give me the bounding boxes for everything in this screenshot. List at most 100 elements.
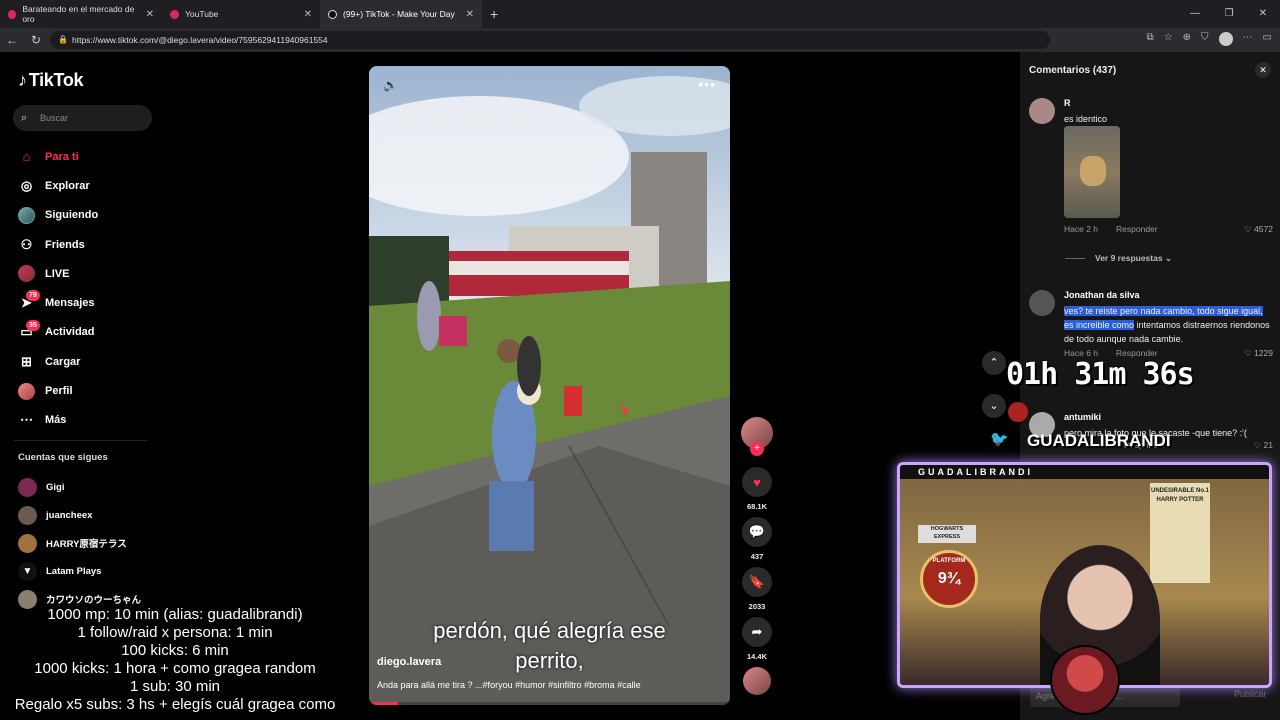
tiktok-note-icon: ♪	[18, 70, 27, 90]
comment-author[interactable]: R	[1064, 98, 1071, 108]
publish-button[interactable]: Publicar	[1234, 689, 1267, 699]
nav-item-live[interactable]: LIVE	[0, 259, 160, 288]
nav-item-explorar[interactable]: ◎ Explorar	[0, 171, 160, 200]
sidebar-toggle-icon[interactable]: ▭	[1263, 32, 1272, 46]
search-icon: ⌕	[21, 112, 28, 124]
friends-icon: ⚇	[20, 236, 33, 252]
tab-close-icon[interactable]: ✕	[466, 9, 474, 20]
webcam-label: GUADALIBRANDI	[900, 465, 1269, 479]
nav-item-perfil[interactable]: Perfil	[0, 376, 160, 405]
streamer-handle: GUADALIBRANDI	[1027, 431, 1171, 450]
avatar[interactable]	[1029, 290, 1055, 316]
reward-line: Regalo x5 subs: 3 hs + elegís cuál grage…	[14, 696, 336, 713]
tab-1[interactable]: Barateando en el mercado de oro ✕	[0, 0, 162, 28]
video-more-icon[interactable]: •••	[698, 76, 716, 92]
nav-item-mensajes[interactable]: ➤ 79 Mensajes	[0, 288, 160, 317]
nav-item-para-ti[interactable]: ⌂ Para ti	[0, 142, 160, 171]
comment-item: R es identico Hace 2 h Responder ♡ 4572	[1029, 98, 1273, 248]
compass-icon: ◎	[20, 177, 33, 193]
next-video-button[interactable]: ⌄	[982, 394, 1006, 418]
reload-icon[interactable]: ↻	[24, 33, 48, 47]
nav-label: Explorar	[45, 179, 90, 192]
previous-video-button[interactable]: ⌃	[982, 351, 1006, 375]
comment-author[interactable]: Jonathan da silva	[1064, 290, 1140, 300]
favorites-icon[interactable]: ☆	[1164, 32, 1173, 46]
close-window-icon[interactable]: ✕	[1246, 0, 1280, 28]
nav-label: Siguiendo	[45, 209, 99, 222]
comment-like-button[interactable]: ♡ 1229	[1244, 348, 1273, 359]
nav-item-siguiendo[interactable]: Siguiendo	[0, 201, 160, 230]
nav-item-actividad[interactable]: ▭ 35 Actividad	[0, 318, 160, 347]
comment-time: Hace 2 h	[1064, 224, 1099, 234]
platform-poster-number: 9¾	[937, 570, 961, 587]
nav-label: Mensajes	[45, 297, 95, 310]
nav-item-cargar[interactable]: ⊞ Cargar	[0, 347, 160, 376]
tab-favicon	[8, 9, 17, 19]
restore-icon[interactable]: ❐	[1212, 0, 1246, 28]
following-item[interactable]: Gigi	[18, 474, 141, 502]
tab-label: YouTube	[185, 9, 219, 19]
share-button[interactable]: ➦ 14.4K	[740, 617, 774, 661]
following-item[interactable]: juancheex	[18, 502, 141, 530]
comment-button[interactable]: 💬 437	[740, 517, 774, 561]
minimize-icon[interactable]: —	[1178, 0, 1212, 28]
tiktok-logo[interactable]: ♪ TikTok	[18, 70, 84, 91]
profile-avatar[interactable]	[1218, 32, 1233, 46]
new-tab-icon[interactable]: +	[482, 6, 506, 22]
undesirable-poster: UNDESIRABLE No.1 HARRY POTTER	[1150, 483, 1210, 583]
nav-item-mas[interactable]: ⋯ Más	[0, 406, 160, 435]
follow-plus-icon[interactable]: +	[750, 442, 764, 456]
tab-3[interactable]: (99+) TikTok - Make Your Day ✕	[320, 0, 482, 28]
avatar[interactable]	[1029, 98, 1055, 124]
reward-line: 1 sub: 30 min	[129, 678, 221, 695]
like-button[interactable]: ♥ 68.1K	[740, 467, 774, 511]
creator-avatar-button[interactable]: +	[740, 417, 774, 456]
back-icon[interactable]: ←	[0, 33, 24, 47]
shield-icon[interactable]: ⛉	[1201, 32, 1209, 46]
tab-2[interactable]: YouTube ✕	[162, 0, 320, 28]
comment-like-button[interactable]: ♡ 21	[1254, 440, 1273, 451]
url-field[interactable]: 🔒 https://www.tiktok.com/@diego.lavera/v…	[50, 31, 1050, 49]
comment-like-count: 21	[1263, 440, 1273, 450]
bookmark-icon: 🔖	[742, 567, 772, 597]
following-item[interactable]: HARRY原宿テラス	[18, 530, 141, 558]
menu-icon[interactable]: ⋯	[1243, 32, 1253, 46]
following-list: Gigi juancheex HARRY原宿テラス ▼ Latam Plays カ…	[18, 474, 141, 613]
messages-badge: 79	[26, 290, 40, 302]
reward-line: 100 kicks: 6 min	[121, 642, 229, 659]
tab-close-icon[interactable]: ✕	[146, 9, 154, 20]
video-author[interactable]: diego.lavera	[377, 656, 441, 668]
close-icon[interactable]: ✕	[1255, 62, 1271, 78]
nav-item-friends[interactable]: ⚇ Friends	[0, 230, 160, 259]
address-bar-row: ← ↻ 🔒 https://www.tiktok.com/@diego.lave…	[0, 28, 1280, 52]
save-button[interactable]: 🔖 2033	[740, 567, 774, 611]
comment-count: 437	[750, 552, 764, 561]
url-text: https://www.tiktok.com/@diego.lavera/vid…	[72, 35, 328, 45]
save-count: 2033	[748, 602, 766, 611]
comment-text: ves? te reiste pero nada cambio, todo si…	[1064, 304, 1274, 346]
nav-label: Friends	[45, 238, 85, 251]
comment-icon: 💬	[742, 517, 772, 547]
volume-icon[interactable]: 🔈	[383, 78, 398, 92]
video-player[interactable]: 🔈 ••• perdón, qué alegría ese perrito, d…	[369, 66, 730, 705]
extensions-icon[interactable]: ⧉	[1147, 32, 1154, 46]
share-count: 14.4K	[746, 652, 767, 661]
video-caption[interactable]: Anda para allá me tira ? ...#foryou #hum…	[377, 680, 722, 690]
reply-link[interactable]: Responder	[1116, 224, 1158, 234]
lock-icon: 🔒	[58, 35, 68, 44]
music-disc-button[interactable]	[740, 667, 774, 695]
dog-image	[1080, 156, 1106, 186]
following-name: Latam Plays	[46, 565, 102, 577]
video-progress-bar[interactable]	[369, 702, 730, 705]
reward-line: 1000 mp: 10 min (alias: guadalibrandi)	[47, 606, 303, 623]
heart-icon: ♥	[742, 467, 772, 497]
comment-author[interactable]: antumiki	[1064, 412, 1101, 422]
comment-item: Jonathan da silva ves? te reiste pero na…	[1029, 290, 1273, 360]
comment-image[interactable]	[1064, 126, 1120, 218]
tab-close-icon[interactable]: ✕	[304, 9, 312, 20]
search-input[interactable]: ⌕ Buscar	[13, 105, 152, 131]
view-replies-button[interactable]: Ver 9 respuestas ⌄	[1065, 253, 1172, 264]
collections-icon[interactable]: ⊕	[1183, 32, 1191, 46]
comment-like-button[interactable]: ♡ 4572	[1244, 224, 1273, 235]
following-item[interactable]: ▼ Latam Plays	[18, 557, 141, 585]
